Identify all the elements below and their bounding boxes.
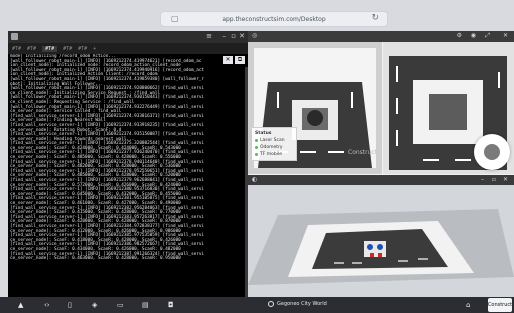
- terminal-tab-active[interactable]: #T#: [42, 45, 58, 52]
- gazebo-titlebar: ◐ – ▫ ✕: [248, 175, 514, 185]
- address-bar[interactable]: ▢ app.theconstructsim.com/Desktop ↻: [160, 11, 388, 27]
- terminal-tab[interactable]: #T#: [27, 46, 36, 52]
- terminal-tab[interactable]: #T#: [63, 46, 72, 52]
- terminal-window: ≡ – ▫ ✕ #T# #T# #T# #T# #T# + mode] Init…: [8, 31, 248, 297]
- camera-panel-titlebar: ◎ ⚙ ◉ ⤢ ✕: [248, 31, 514, 42]
- maximize-icon[interactable]: ▫: [492, 176, 496, 183]
- chat-icon[interactable]: ▭: [117, 301, 124, 309]
- terminal-titlebar: ≡ – ▫ ✕: [8, 31, 248, 43]
- status-title: Status: [255, 131, 272, 136]
- notebook-icon[interactable]: ▯: [68, 301, 72, 309]
- joystick-control[interactable]: [474, 134, 510, 170]
- joystick-knob[interactable]: [484, 144, 500, 160]
- maximize-icon[interactable]: ▫: [231, 32, 236, 40]
- terminal-icon: [11, 33, 18, 40]
- minimize-icon[interactable]: –: [481, 176, 484, 183]
- status-item: Odometry: [255, 144, 293, 151]
- tab-switch-icon[interactable]: ▢: [171, 14, 179, 23]
- status-item: Laser Scan: [255, 137, 293, 144]
- status-item: TF mobile: [255, 151, 293, 158]
- close-icon[interactable]: ✕: [223, 56, 233, 64]
- desktop-screen: ▢ app.theconstructsim.com/Desktop ↻ ≡ – …: [0, 0, 514, 313]
- watermark: Construct: [348, 149, 378, 156]
- monitor-icon[interactable]: ▤: [142, 301, 149, 309]
- camera-view-right: [383, 42, 514, 174]
- brand-logo: Construct: [488, 298, 512, 312]
- close-icon[interactable]: ✕: [503, 32, 508, 39]
- menu-icon[interactable]: ≡: [206, 32, 212, 40]
- terminal-tab[interactable]: #T#: [78, 46, 87, 52]
- terminal-output[interactable]: mode] Initializing /record_odom Action..…: [8, 54, 248, 297]
- taskbar: ▲ ‹› ▯ ◈ ▭ ▤ ◘ Gegoneo City World ⌂ Cons…: [0, 297, 514, 313]
- code-icon[interactable]: ‹›: [44, 301, 50, 309]
- gazebo-scene: [248, 185, 514, 297]
- terminal-tabs: #T# #T# #T# #T# #T# +: [8, 43, 248, 54]
- simulation-area: ◎ ⚙ ◉ ⤢ ✕ Construct Status Laser Scan Od…: [248, 31, 514, 297]
- info-icon: [268, 301, 274, 307]
- url-text: app.theconstructsim.com/Desktop: [222, 15, 326, 23]
- status-panel: Status Laser Scan Odometry TF mobile: [251, 127, 297, 161]
- reload-icon[interactable]: ↻: [371, 13, 379, 23]
- terminal-tab[interactable]: #T#: [12, 46, 21, 52]
- ros-icon: ◎: [252, 32, 258, 39]
- launcher-icon[interactable]: ▲: [18, 301, 23, 309]
- gazebo-icon: ◐: [252, 176, 258, 183]
- gazebo-view[interactable]: [248, 185, 514, 297]
- robot-icon[interactable]: ◘: [168, 301, 174, 309]
- camera-views: Construct Status Laser Scan Odometry TF …: [248, 42, 514, 174]
- simulation-status[interactable]: Gegoneo City World: [268, 301, 327, 307]
- close-icon[interactable]: ✕: [503, 176, 508, 183]
- close-icon[interactable]: ✕: [239, 32, 245, 40]
- world-name: Gegoneo City World: [277, 301, 327, 307]
- expand-icon[interactable]: ⤢: [485, 32, 490, 40]
- copy-icon[interactable]: ⧉: [235, 56, 245, 64]
- package-icon[interactable]: ◈: [92, 301, 97, 309]
- new-tab-button[interactable]: +: [93, 46, 96, 52]
- camera-view-left: Construct Status Laser Scan Odometry TF …: [248, 42, 382, 174]
- settings-icon[interactable]: ⚙: [457, 32, 462, 39]
- home-icon[interactable]: ⌂: [466, 301, 470, 309]
- terminal-controls: ✕ ⧉: [223, 56, 245, 64]
- visibility-icon[interactable]: ◉: [471, 32, 476, 39]
- terminal-line: ce_server_node]: ScanF: 0.463000, ScanR:…: [10, 256, 181, 262]
- remote-desktop: ≡ – ▫ ✕ #T# #T# #T# #T# #T# + mode] Init…: [8, 31, 514, 297]
- minimize-icon[interactable]: –: [223, 32, 227, 40]
